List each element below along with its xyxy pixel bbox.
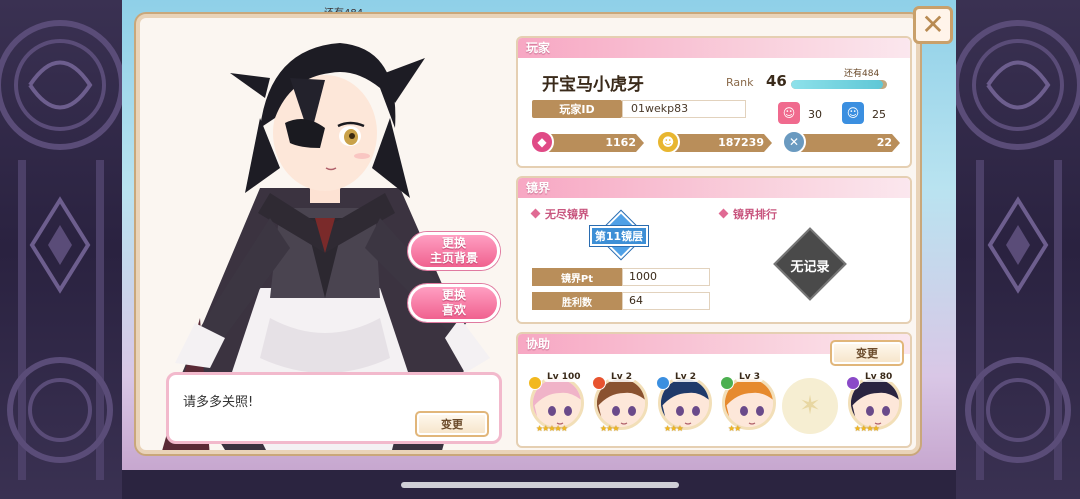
speech-bubble: 请多多关照! 变更	[166, 372, 502, 444]
mirror-pt-label: 镜界Pt	[532, 268, 622, 286]
change-home-background-button[interactable]: 更换 主页背景	[408, 232, 500, 270]
mirrors-ranking-title: 镜界排行	[718, 206, 777, 222]
dark-attribute-icon	[846, 376, 860, 390]
support-level: Lv 80	[862, 372, 896, 382]
right-ornament-icon	[956, 20, 1080, 480]
magic-stone-value: 1162	[540, 134, 644, 152]
rarity-stars: ★★★	[664, 424, 683, 433]
no-record-label: 无记录	[790, 260, 830, 275]
pink-badge-count: 30	[808, 108, 822, 121]
wins-value: 64	[622, 292, 710, 310]
player-panel: 玩家 开宝马小虎牙 Rank 46 还有484 玩家ID 01wekp83 ☺ …	[516, 36, 912, 168]
diamond-bullet-icon	[530, 208, 541, 219]
crystal-value: 22	[792, 134, 900, 152]
close-icon: ✕	[921, 8, 945, 41]
blue-badge-count: 25	[872, 108, 886, 121]
rarity-stars: ★★★★★	[536, 424, 568, 433]
left-ornament-panel	[0, 0, 122, 499]
player-id-value: 01wekp83	[622, 100, 746, 118]
exp-bar-fill	[791, 80, 884, 89]
change-background-line2: 主页背景	[429, 251, 478, 265]
mirrors-panel: 镜界 无尽镜界 镜界排行 第11镜层 镜界Pt 1000 胜利数 64 无记录	[516, 176, 912, 324]
rarity-stars: ★★★	[600, 424, 619, 433]
home-indicator[interactable]	[401, 482, 679, 488]
floor-badge: 第11镜层	[590, 226, 648, 246]
exp-bar	[791, 80, 887, 89]
change-favorite-line2: 喜欢	[441, 303, 466, 317]
endless-mirrors-label: 无尽镜界	[545, 208, 589, 221]
left-ornament-icon	[0, 20, 122, 480]
mirrors-ranking-label: 镜界排行	[733, 208, 777, 221]
change-favorite-line1: 更换	[441, 288, 466, 302]
rarity-stars: ★★	[728, 424, 741, 433]
crystal-icon: ✕	[782, 130, 806, 154]
wins-label: 胜利数	[532, 292, 622, 310]
close-button[interactable]: ✕	[913, 6, 953, 44]
support-level: Lv 100	[544, 372, 584, 382]
rarity-stars: ★★★★	[854, 424, 880, 433]
rank-value: 46	[766, 72, 787, 90]
exp-remaining: 还有484	[844, 69, 880, 79]
change-message-button[interactable]: 变更	[415, 411, 489, 437]
change-background-line1: 更换	[441, 236, 466, 250]
mirror-pt-value: 1000	[622, 268, 710, 286]
light-attribute-icon	[528, 376, 542, 390]
diamond-bullet-icon	[718, 208, 729, 219]
pink-badge-icon: ☺	[778, 102, 800, 124]
fire-attribute-icon	[592, 376, 606, 390]
magic-stone-icon: ◆	[530, 130, 554, 154]
rank-label: Rank	[726, 76, 754, 89]
support-panel: 协助 变更 Lv 100 ★★★★★ Lv 2 ★★★ Lv 2 ★★★ Lv 3 ★★ Lv …	[516, 332, 912, 448]
support-level: Lv 2	[608, 372, 635, 382]
forest-attribute-icon	[720, 376, 734, 390]
player-name: 开宝马小虎牙	[542, 75, 644, 95]
blue-badge-icon: ☺	[842, 102, 864, 124]
mirrors-panel-header: 镜界	[518, 178, 910, 198]
player-panel-header: 玩家	[518, 38, 910, 58]
right-ornament-panel	[956, 0, 1080, 499]
change-favorite-button[interactable]: 更换 喜欢	[408, 284, 500, 322]
gold-coin-value: 187239	[666, 134, 772, 152]
gold-coin-icon: ☻	[656, 130, 680, 154]
support-level: Lv 2	[672, 372, 699, 382]
support-level: Lv 3	[736, 372, 763, 382]
greeting-message: 请多多关照!	[183, 395, 254, 410]
water-attribute-icon	[656, 376, 670, 390]
change-support-button[interactable]: 变更	[830, 340, 904, 366]
endless-mirrors-title: 无尽镜界	[530, 206, 589, 222]
player-id-label: 玩家ID	[532, 100, 622, 118]
profile-modal: 更换 主页背景 更换 喜欢 请多多关照! 变更 玩家 开宝马小虎牙 Rank 4…	[136, 14, 920, 454]
empty-support-slot[interactable]: ✶	[782, 378, 838, 434]
